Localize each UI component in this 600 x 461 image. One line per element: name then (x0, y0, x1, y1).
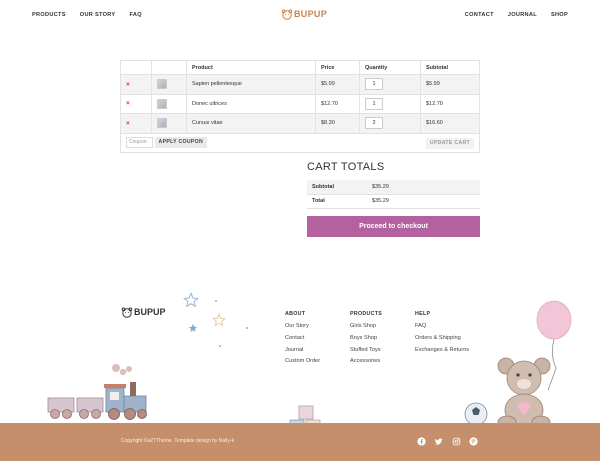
footer-products-title: PRODUCTS (350, 311, 383, 317)
nav-faq[interactable]: FAQ (129, 12, 141, 18)
product-price: $5.99 (315, 74, 360, 95)
col-price: Price (315, 60, 360, 75)
main-nav-left: PRODUCTS OUR STORY FAQ (32, 12, 142, 18)
star-outline-icon (212, 313, 226, 327)
product-thumbnail[interactable] (157, 79, 167, 90)
product-name[interactable]: Sapien pellentesque (186, 74, 316, 95)
bear-logo-icon (121, 307, 133, 318)
footer-link-faq[interactable]: FAQ (415, 323, 469, 329)
cart-row: × Donec ultrices $12.70 1 $12.70 (120, 93, 480, 114)
proceed-to-checkout-button[interactable]: Proceed to checkout (307, 216, 480, 237)
update-cart-button[interactable]: UPDATE CART (425, 137, 474, 149)
product-thumbnail[interactable] (157, 118, 167, 129)
nav-shop[interactable]: SHOP (551, 12, 568, 18)
facebook-icon[interactable] (417, 437, 426, 446)
product-thumbnail[interactable] (157, 98, 167, 109)
decor-dot (246, 327, 248, 329)
footer-link-boys-shop[interactable]: Boys Shop (350, 335, 382, 341)
product-price: $8.30 (315, 113, 360, 134)
col-subtotal: Subtotal (420, 60, 480, 75)
subtotal-label: Subtotal (307, 180, 367, 195)
star-outline-icon (183, 292, 199, 308)
col-quantity: Quantity (359, 60, 421, 75)
cart-row: × Sapien pellentesque $5.99 1 $5.99 (120, 74, 480, 95)
col-remove (120, 60, 152, 75)
footer-bottom-bar (0, 423, 600, 461)
cart-table: Product Price Quantity Subtotal × Sapien… (120, 60, 480, 153)
quantity-input[interactable]: 1 (365, 97, 383, 110)
product-subtotal: $16.60 (420, 113, 480, 134)
star-filled-icon (188, 323, 198, 332)
subtotal-value: $35.29 (367, 180, 480, 195)
total-label: Total (307, 194, 367, 209)
quantity-input[interactable]: 1 (365, 78, 383, 91)
footer-help-column: HELP FAQ Orders & Shipping Exchanges & R… (415, 311, 469, 358)
footer-help-title: HELP (415, 311, 431, 317)
footer-link-contact[interactable]: Contact (285, 335, 320, 341)
product-name[interactable]: Donec ultrices (186, 93, 316, 114)
footer-link-custom-order[interactable]: Custom Order (285, 358, 320, 364)
site-logo[interactable]: BUPUP (281, 8, 327, 20)
footer-about-title: ABOUT (285, 311, 306, 317)
col-product: Product (186, 60, 316, 75)
footer-link-journal[interactable]: Journal (285, 347, 320, 353)
footer-link-stuffed-toys[interactable]: Stuffed Toys (350, 347, 382, 353)
nav-journal[interactable]: JOURNAL (508, 12, 537, 18)
footer-link-our-story[interactable]: Our Story (285, 323, 320, 329)
main-nav-right: CONTACT JOURNAL SHOP (465, 12, 568, 18)
nav-our-story[interactable]: OUR STORY (80, 12, 116, 18)
footer-link-girls-shop[interactable]: Girls Shop (350, 323, 382, 329)
product-subtotal: $12.70 (420, 93, 480, 114)
bear-logo-icon (281, 9, 293, 20)
cart-header-row: Product Price Quantity Subtotal (120, 60, 480, 75)
remove-item-icon[interactable]: × (126, 81, 130, 88)
coupon-input[interactable]: Coupon (126, 137, 153, 148)
subtotal-row: Subtotal $35.29 (307, 180, 480, 195)
footer-about-column: ABOUT Our Story Contact Journal Custom O… (285, 311, 320, 370)
quantity-input[interactable]: 2 (365, 117, 383, 130)
product-price: $12.70 (315, 93, 360, 114)
toy-train-illustration (47, 364, 147, 420)
product-name[interactable]: Cursus vitae (186, 113, 316, 134)
footer-link-accessories[interactable]: Accessories (350, 358, 382, 364)
cart-totals-table: Subtotal $35.29 Total $35.29 (307, 180, 480, 209)
footer-logo[interactable]: BUPUP (121, 306, 166, 318)
nav-products[interactable]: PRODUCTS (32, 12, 66, 18)
remove-item-icon[interactable]: × (126, 100, 130, 107)
decor-dot (215, 300, 217, 302)
nav-contact[interactable]: CONTACT (465, 12, 494, 18)
footer-link-orders-shipping[interactable]: Orders & Shipping (415, 335, 469, 341)
cart-totals-title: CART TOTALS (307, 161, 385, 173)
footer-link-exchanges-returns[interactable]: Exchanges & Returns (415, 347, 469, 353)
remove-item-icon[interactable]: × (126, 120, 130, 127)
footer-logo-text: BUPUP (134, 307, 166, 317)
total-value: $35.29 (367, 194, 480, 209)
coupon-row: Coupon APPLY COUPON UPDATE CART (120, 132, 480, 153)
cart-row: × Cursus vitae $8.30 2 $16.60 (120, 113, 480, 134)
total-row: Total $35.29 (307, 194, 480, 209)
col-thumbnail (151, 60, 187, 75)
pinterest-icon[interactable] (469, 437, 478, 446)
teddy-bear-illustration (497, 357, 551, 428)
twitter-icon[interactable] (434, 437, 443, 446)
product-subtotal: $5.99 (420, 74, 480, 95)
decor-dot (219, 345, 221, 347)
apply-coupon-button[interactable]: APPLY COUPON (154, 137, 208, 148)
instagram-icon[interactable] (452, 437, 461, 446)
logo-text: BUPUP (294, 9, 328, 19)
copyright-text: Copyright ©aZ7Theme. Template design by … (121, 438, 235, 444)
footer-products-column: PRODUCTS Girls Shop Boys Shop Stuffed To… (350, 311, 382, 370)
